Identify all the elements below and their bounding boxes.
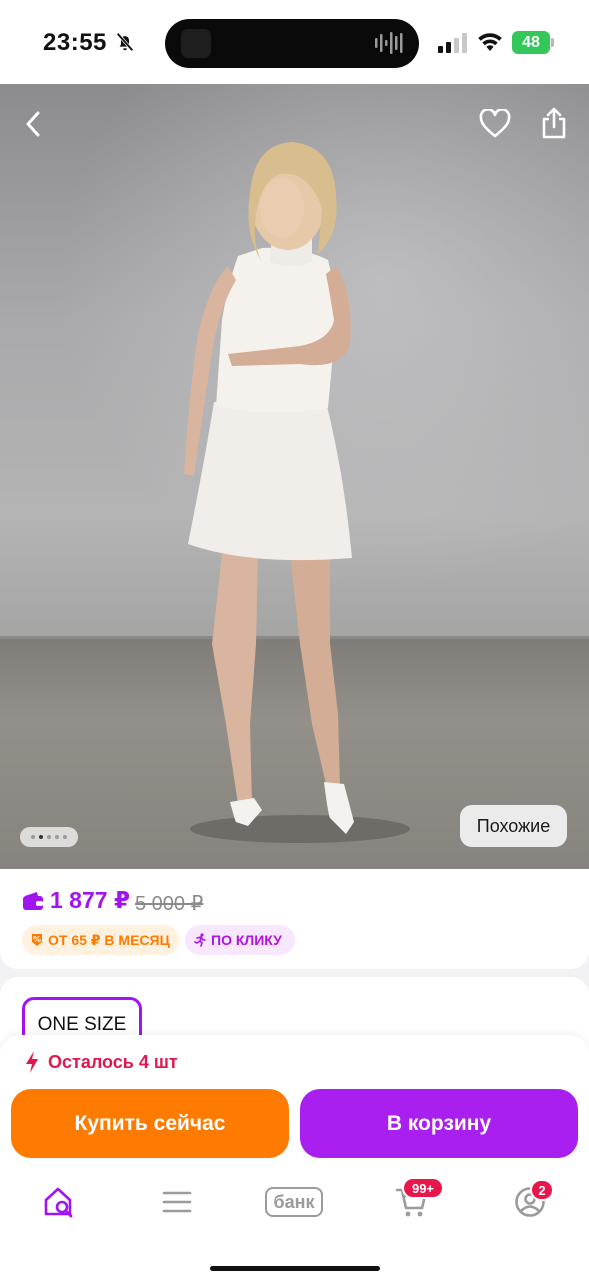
old-price: 5 000 ₽ — [135, 893, 204, 915]
bottom-tab-bar: банк 99+ 2 — [0, 1175, 589, 1235]
installment-icon: % — [32, 934, 42, 946]
running-man-icon — [194, 933, 206, 947]
battery-tip — [551, 38, 554, 47]
lightning-icon — [26, 1051, 38, 1073]
tab-catalog[interactable] — [147, 1175, 207, 1229]
audio-wave-icon — [375, 32, 403, 54]
menu-icon — [162, 1191, 192, 1213]
buy-now-button[interactable]: Купить сейчас — [11, 1089, 289, 1158]
profile-notification-badge: 2 — [530, 1179, 554, 1201]
back-button[interactable] — [16, 106, 52, 142]
product-photo — [184, 142, 410, 843]
signal-icon — [438, 33, 467, 53]
tab-home[interactable] — [30, 1175, 90, 1229]
dynamic-island — [165, 19, 419, 68]
home-search-icon — [44, 1187, 73, 1218]
home-indicator — [210, 1266, 380, 1271]
tab-bank[interactable]: банк — [259, 1175, 329, 1229]
similar-products-button[interactable]: Похожие — [460, 805, 567, 847]
installment-label: ОТ 65 ₽ В МЕСЯЦ — [48, 931, 170, 948]
purchase-sheet: Осталось 4 шт Купить сейчас В корзину — [0, 1035, 589, 1280]
wallet-icon — [23, 892, 43, 910]
installment-badge[interactable]: % ОТ 65 ₽ В МЕСЯЦ — [22, 925, 179, 955]
gallery-pagination — [20, 827, 78, 847]
chevron-left-icon — [26, 111, 40, 137]
pagination-dot — [47, 835, 51, 839]
battery-indicator: 48 — [512, 31, 550, 54]
add-to-cart-button[interactable]: В корзину — [300, 1089, 578, 1158]
share-button[interactable] — [534, 102, 574, 144]
pagination-dot-active — [39, 835, 43, 839]
product-page: 23:55 48 Похожие 1 877 ₽ 5 000 ₽ % ОТ 65… — [0, 0, 589, 1280]
one-click-label: ПО КЛИКУ — [211, 932, 282, 948]
tab-cart[interactable]: 99+ — [382, 1175, 444, 1229]
one-click-badge[interactable]: ПО КЛИКУ — [185, 925, 295, 955]
stock-indicator: Осталось 4 шт — [24, 1051, 178, 1073]
pagination-dot — [63, 835, 67, 839]
heart-icon — [479, 109, 511, 138]
share-icon — [542, 107, 566, 139]
wifi-icon — [478, 33, 502, 51]
pagination-dot — [55, 835, 59, 839]
bank-label: банк — [265, 1187, 323, 1217]
favorite-button[interactable] — [475, 104, 515, 144]
status-bar: 23:55 48 — [0, 0, 589, 84]
tab-profile[interactable]: 2 — [500, 1175, 560, 1229]
bell-slash-icon — [116, 32, 134, 52]
cart-count-badge: 99+ — [402, 1177, 444, 1199]
island-app-thumbnail — [181, 29, 211, 58]
status-time: 23:55 — [43, 29, 107, 56]
svg-text:%: % — [33, 935, 41, 944]
product-gallery[interactable]: Похожие — [0, 84, 589, 869]
stock-text: Осталось 4 шт — [48, 1051, 178, 1072]
pagination-dot — [31, 835, 35, 839]
current-price: 1 877 ₽ — [50, 887, 130, 913]
price-card: 1 877 ₽ 5 000 ₽ % ОТ 65 ₽ В МЕСЯЦ ПО КЛИ… — [0, 869, 589, 969]
